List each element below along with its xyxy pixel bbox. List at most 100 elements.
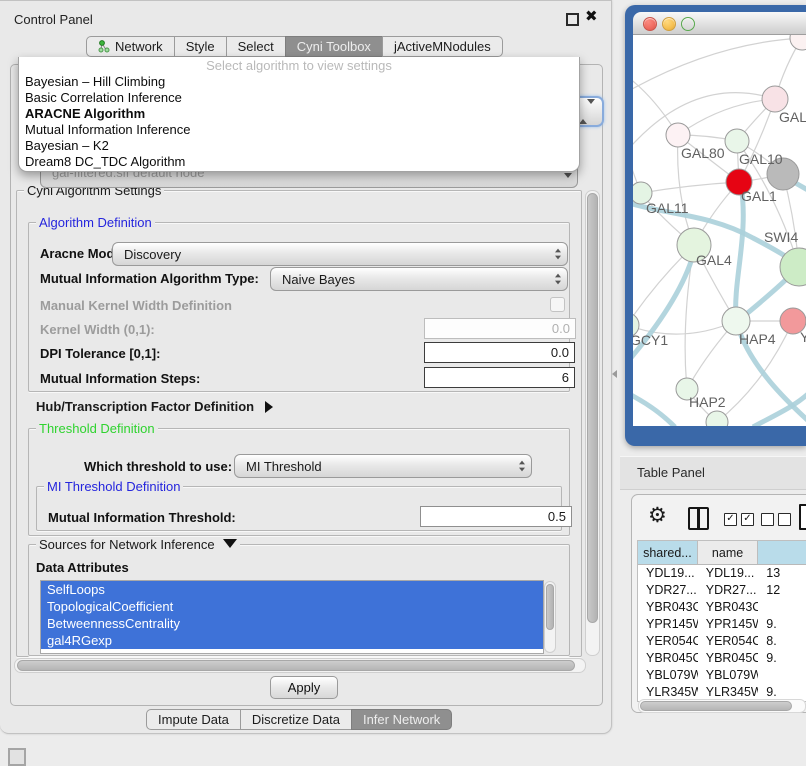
tab-label: Discretize Data xyxy=(252,712,340,727)
resize-grip[interactable] xyxy=(8,748,26,766)
table-row[interactable]: YPR145WYPR145W9. xyxy=(638,616,806,633)
which-threshold-value: MI Threshold xyxy=(235,459,513,474)
network-node[interactable] xyxy=(706,411,728,426)
table-row[interactable]: YBR045CYBR045C9. xyxy=(638,650,806,667)
control-panel-title: Control Panel xyxy=(14,12,93,27)
float-window-icon[interactable] xyxy=(566,13,579,26)
table-row[interactable]: YDL19...YDL19...13 xyxy=(638,565,806,582)
mi-threshold-field[interactable]: 0.5 xyxy=(420,506,572,527)
network-node-gal80[interactable] xyxy=(666,123,690,147)
dpi-tolerance-field[interactable]: 0.0 xyxy=(424,342,575,363)
settings-horizontal-scrollbar[interactable] xyxy=(14,658,586,673)
tab-impute-data[interactable]: Impute Data xyxy=(146,709,241,730)
algorithm-list: Bayesian – Hill ClimbingBasic Correlatio… xyxy=(19,74,579,170)
algorithm-dropdown-popup: Select algorithm to view settings Bayesi… xyxy=(18,57,580,172)
network-node-label: HAP2 xyxy=(689,394,726,410)
attribute-list-item[interactable]: BetweennessCentrality xyxy=(41,615,543,632)
desktop: { "control_panel": { "title": "Control P… xyxy=(0,0,806,762)
table-row[interactable]: YER054CYER054C8. xyxy=(638,633,806,650)
network-node-label: GAL4 xyxy=(696,252,732,268)
data-attributes-label: Data Attributes xyxy=(36,560,129,575)
close-traffic-icon[interactable] xyxy=(643,17,657,31)
network-node[interactable] xyxy=(790,35,806,50)
attribute-list-item[interactable]: gal4RGexp xyxy=(41,632,543,649)
combo-arrows-icon xyxy=(549,248,567,260)
network-window-titlebar[interactable] xyxy=(633,12,806,35)
table-cell xyxy=(758,667,806,684)
algorithm-definition-title: Algorithm Definition xyxy=(36,215,155,230)
table-column-header[interactable]: name xyxy=(698,541,759,564)
tab-discretize-data[interactable]: Discretize Data xyxy=(240,709,352,730)
aracne-mode-combobox[interactable]: Discovery xyxy=(112,242,568,266)
mi-threshold-label: Mutual Information Threshold: xyxy=(48,510,236,525)
algorithm-option[interactable]: Bayesian – Hill Climbing xyxy=(19,74,579,90)
manual-kernel-checkbox[interactable] xyxy=(550,297,565,312)
mi-type-value: Naive Bayes xyxy=(271,272,549,287)
unchecked-box-icon xyxy=(761,513,774,526)
attribute-list-scrollbar[interactable] xyxy=(544,581,556,653)
top-tab-bar: NetworkStyle Select Cyni Toolbox jActiveMNo… xyxy=(86,36,503,57)
tab-infer-network[interactable]: Infer Network xyxy=(351,709,452,730)
split-columns-icon[interactable] xyxy=(688,507,709,530)
algorithm-option[interactable]: Bayesian – K2 xyxy=(19,138,579,154)
algorithm-option[interactable]: Dream8 DC_TDC Algorithm xyxy=(19,154,579,170)
table-cell: YBR043C xyxy=(698,599,759,616)
tab-label: Select xyxy=(238,39,274,54)
which-threshold-combobox[interactable]: MI Threshold xyxy=(234,454,532,478)
hub-definition-label: Hub/Transcription Factor Definition xyxy=(36,399,254,414)
close-icon[interactable]: ✖ xyxy=(585,8,598,26)
network-edge xyxy=(678,99,775,135)
apply-button[interactable]: Apply xyxy=(270,676,338,699)
network-edge xyxy=(736,185,744,319)
network-node-label: HAP4 xyxy=(739,331,776,347)
mi-steps-label: Mutual Information Steps: xyxy=(40,371,200,386)
algorithm-option[interactable]: Mutual Information Inference xyxy=(19,122,579,138)
mi-type-combobox[interactable]: Naive Bayes xyxy=(270,267,568,291)
table-column-header[interactable]: shared... xyxy=(638,541,698,564)
table-body: YDL19...YDL19...13YDR27...YDR27...12YBR0… xyxy=(638,565,806,702)
tab-jactivemnodules[interactable]: jActiveMNodules xyxy=(382,36,503,57)
node-table[interactable]: shared...name YDL19...YDL19...13YDR27...… xyxy=(637,540,806,702)
tab-select[interactable]: Select xyxy=(226,36,286,57)
table-row[interactable]: YBR043CYBR043C xyxy=(638,599,806,616)
tab-style[interactable]: Style xyxy=(174,36,227,57)
table-settings-gear-icon[interactable]: ⚙ xyxy=(648,505,667,527)
combo-arrows-icon xyxy=(549,273,567,285)
hub-definition-toggle[interactable]: Hub/Transcription Factor Definition xyxy=(36,399,273,414)
table-cell: YPR145W xyxy=(698,616,759,633)
mi-steps-field[interactable]: 6 xyxy=(424,367,575,388)
minimize-traffic-icon[interactable] xyxy=(662,17,676,31)
select-all-icon[interactable]: ✓ ✓ xyxy=(724,513,754,526)
table-header-row: shared...name xyxy=(638,541,806,565)
manual-kernel-label: Manual Kernel Width Definition xyxy=(40,298,232,313)
table-row[interactable]: YBL079WYBL079W xyxy=(638,667,806,684)
table-horizontal-scrollbar[interactable] xyxy=(638,699,806,713)
algorithm-option[interactable]: ARACNE Algorithm xyxy=(19,106,579,122)
table-column-header[interactable] xyxy=(758,541,806,564)
table-cell: YDR27... xyxy=(638,582,698,599)
tab-cyni-toolbox[interactable]: Cyni Toolbox xyxy=(285,36,383,57)
tab-network[interactable]: Network xyxy=(86,36,175,57)
settings-vertical-scrollbar[interactable] xyxy=(585,190,600,656)
attribute-list-item[interactable]: TopologicalCoefficient xyxy=(41,598,543,615)
network-canvas[interactable]: GALGAL80GAL10GAL1GAL11GAL4SWI4GCY1HAP4YH… xyxy=(633,35,806,426)
kernel-width-field[interactable]: 0.0 xyxy=(424,318,576,339)
table-cell: YBR043C xyxy=(638,599,698,616)
network-node-gal10[interactable] xyxy=(725,129,749,153)
panel-divider-handle[interactable] xyxy=(612,370,617,378)
table-cell: YER054C xyxy=(638,633,698,650)
algorithm-option[interactable]: Basic Correlation Inference xyxy=(19,90,579,106)
algorithm-combobox-fragment[interactable] xyxy=(576,96,604,127)
zoom-traffic-icon[interactable] xyxy=(681,17,695,31)
network-node-label: Y xyxy=(800,329,806,345)
export-table-icon[interactable] xyxy=(799,504,806,530)
checked-box-icon: ✓ xyxy=(724,513,737,526)
network-node-label: GAL10 xyxy=(739,151,783,167)
deselect-all-icon[interactable] xyxy=(761,513,791,526)
chevron-right-icon xyxy=(265,401,273,413)
tab-label: jActiveMNodules xyxy=(394,39,491,54)
attribute-list-item[interactable]: SelfLoops xyxy=(41,581,543,598)
table-row[interactable]: YDR27...YDR27...12 xyxy=(638,582,806,599)
data-attributes-list[interactable]: SelfLoopsTopologicalCoefficientBetweenne… xyxy=(40,580,544,654)
table-cell: YBR045C xyxy=(698,650,759,667)
